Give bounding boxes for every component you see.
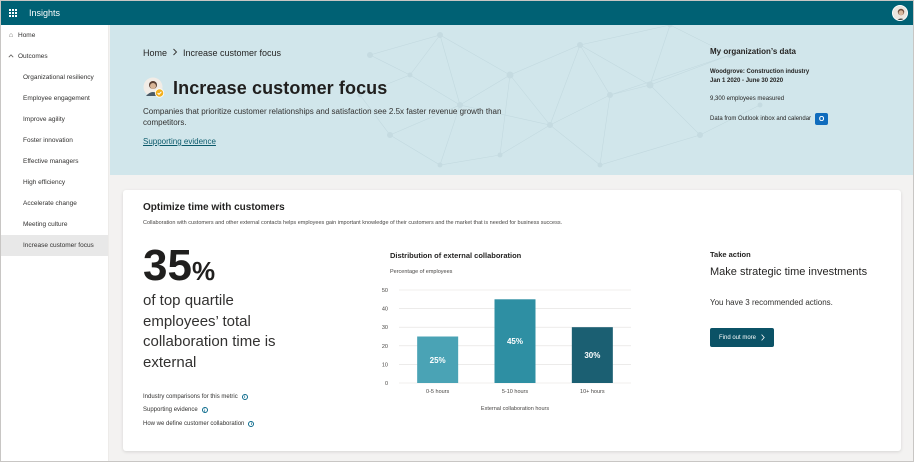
bar-data-label: 45% bbox=[507, 337, 523, 346]
sidebar-item-high-efficiency[interactable]: High efficiency bbox=[1, 172, 108, 193]
card-description: Collaboration with customers and other e… bbox=[143, 220, 563, 226]
y-tick-label: 50 bbox=[382, 288, 388, 294]
chart-y-label: Percentage of employees bbox=[390, 269, 453, 275]
sidebar-item-home[interactable]: ⌂ Home bbox=[1, 25, 108, 46]
card-title: Optimize time with customers bbox=[143, 202, 285, 213]
take-action-panel: Take action Make strategic time investme… bbox=[710, 250, 895, 347]
home-icon: ⌂ bbox=[8, 32, 14, 39]
breadcrumb-current: Increase customer focus bbox=[183, 48, 282, 58]
bar-data-label: 25% bbox=[430, 356, 446, 365]
info-links: Industry comparisons for this metric i S… bbox=[143, 390, 255, 431]
metric-value: 35% bbox=[143, 241, 216, 290]
chevron-right-icon bbox=[761, 334, 765, 341]
user-avatar[interactable] bbox=[892, 5, 908, 21]
definition-link[interactable]: How we define customer collaboration i bbox=[143, 417, 255, 431]
org-employee-count: 9,300 employees measured bbox=[710, 96, 785, 102]
x-tick-label: 5-10 hours bbox=[502, 389, 529, 395]
y-tick-label: 10 bbox=[382, 362, 388, 368]
find-out-more-button[interactable]: Find out more bbox=[710, 328, 774, 347]
sidebar-item-increase-customer-focus[interactable]: Increase customer focus bbox=[1, 235, 108, 256]
sidebar-item-foster-innovation[interactable]: Foster innovation bbox=[1, 130, 108, 151]
take-action-heading: Make strategic time investments bbox=[710, 266, 868, 278]
app-title: Insights bbox=[29, 8, 61, 18]
page-title-row: Increase customer focus bbox=[143, 77, 387, 99]
bar-chart: 0 10 20 30 40 50 25% 0-5 hours 45% 5-10 hours 30% 1… bbox=[382, 288, 631, 412]
breadcrumb-home-link[interactable]: Home bbox=[143, 48, 167, 58]
org-date-range: Jan 1 2020 - June 30 2020 bbox=[710, 78, 784, 84]
x-axis-label: External collaboration hours bbox=[481, 406, 549, 412]
app-window: Insights ⌂ Home Outcomes Organizational … bbox=[0, 0, 914, 462]
y-tick-label: 30 bbox=[382, 325, 388, 331]
metric-description: of top quartile employees’ total collabo… bbox=[143, 292, 276, 371]
persona-badge-icon bbox=[143, 77, 165, 99]
breadcrumb: Home Increase customer focus bbox=[143, 48, 281, 58]
bar-data-label: 30% bbox=[584, 351, 600, 360]
app-launcher-icon[interactable] bbox=[1, 1, 25, 25]
chevron-right-icon bbox=[172, 48, 178, 58]
sidebar-item-organizational-resiliency[interactable]: Organizational resiliency bbox=[1, 67, 108, 88]
metric-card: Optimize time with customers Collaborati… bbox=[123, 190, 901, 451]
hero-banner: Home Increase customer focus Increase cu… bbox=[110, 25, 913, 175]
supporting-evidence-info-link[interactable]: Supporting evidence i bbox=[143, 404, 254, 418]
info-icon: i bbox=[241, 393, 248, 400]
recommended-actions-text: You have 3 recommended actions. bbox=[710, 298, 833, 307]
sidebar-item-effective-managers[interactable]: Effective managers bbox=[1, 151, 108, 172]
supporting-evidence-link[interactable]: Supporting evidence bbox=[143, 137, 216, 146]
sidebar-item-outcomes[interactable]: Outcomes bbox=[1, 46, 108, 67]
sidebar-item-employee-engagement[interactable]: Employee engagement bbox=[1, 88, 108, 109]
chevron-up-icon bbox=[7, 53, 15, 61]
y-tick-label: 20 bbox=[382, 344, 388, 350]
main-content: Home Increase customer focus Increase cu… bbox=[110, 25, 913, 461]
y-tick-label: 40 bbox=[382, 307, 388, 313]
take-action-label: Take action bbox=[710, 250, 751, 259]
organization-data-panel: My organization’s data Woodgrove: Constr… bbox=[710, 47, 900, 125]
org-company: Woodgrove: Construction industry bbox=[710, 69, 810, 75]
info-icon: i bbox=[248, 420, 255, 427]
x-tick-label: 0-5 hours bbox=[426, 389, 449, 395]
outlook-icon: O bbox=[815, 113, 829, 125]
industry-comparisons-link[interactable]: Industry comparisons for this metric i bbox=[143, 390, 254, 404]
sidebar-item-meeting-culture[interactable]: Meeting culture bbox=[1, 214, 108, 235]
sidebar-item-accelerate-change[interactable]: Accelerate change bbox=[1, 193, 108, 214]
org-data-source: Data from Outlook inbox and calendar O bbox=[710, 113, 900, 125]
sidebar: ⌂ Home Outcomes Organizational resilienc… bbox=[1, 25, 109, 461]
chart-title: Distribution of external collaboration bbox=[390, 251, 522, 260]
sidebar-item-improve-agility[interactable]: Improve agility bbox=[1, 109, 108, 130]
page-description: Companies that prioritize customer relat… bbox=[143, 107, 502, 127]
page-title: Increase customer focus bbox=[173, 77, 388, 98]
y-tick-label: 0 bbox=[385, 381, 388, 387]
network-background-graphic bbox=[357, 25, 763, 168]
org-data-heading: My organization’s data bbox=[710, 47, 796, 56]
info-icon: i bbox=[201, 407, 208, 414]
x-tick-label: 10+ hours bbox=[580, 389, 605, 395]
top-bar: Insights bbox=[1, 1, 913, 25]
